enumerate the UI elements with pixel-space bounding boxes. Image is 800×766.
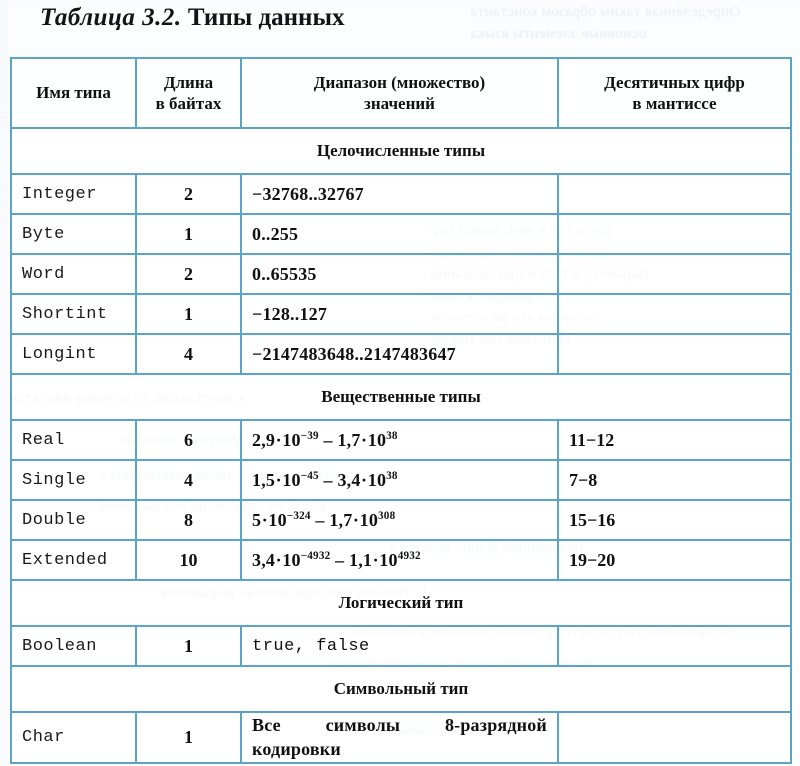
- cell-type-name: Shortint: [10, 293, 137, 335]
- cell-type-name: Byte: [10, 213, 137, 255]
- cell-type-name: Single: [10, 459, 137, 501]
- cell-digits: [557, 333, 792, 375]
- section-header-row-boolean: Логический тип: [10, 579, 792, 627]
- section-heading-integer: Целочисленные типы: [10, 127, 792, 175]
- cell-type-name: Char: [10, 711, 137, 764]
- cell-digits: [557, 625, 792, 667]
- table-row: Extended 10 3,4·10−4932 – 1,1·104932 19−…: [10, 539, 792, 581]
- cell-length: 1: [135, 293, 242, 335]
- cell-type-name: Longint: [10, 333, 137, 375]
- cell-digits: [557, 253, 792, 295]
- cell-length: 4: [135, 459, 242, 501]
- column-header-range: Диапазон (множество) значений: [240, 57, 559, 129]
- cell-range: −128..127: [240, 293, 559, 335]
- cell-digits: [557, 213, 792, 255]
- cell-type-name: Boolean: [10, 625, 137, 667]
- table-row: Boolean 1 true, false: [10, 625, 792, 667]
- table-body: Целочисленные типы Integer 2 −32768..327…: [10, 127, 792, 764]
- cell-range: −32768..32767: [240, 173, 559, 215]
- section-heading-real: Вещественные типы: [10, 373, 792, 421]
- table-header: Имя типа Длина в байтах Диапазон (множес…: [10, 57, 792, 129]
- cell-range: 0..65535: [240, 253, 559, 295]
- section-header-row-char: Символьный тип: [10, 665, 792, 713]
- table-row: Shortint 1 −128..127: [10, 293, 792, 335]
- cell-type-name: Integer: [10, 173, 137, 215]
- cell-length: 8: [135, 499, 242, 541]
- section-heading-boolean: Логический тип: [10, 579, 792, 627]
- cell-range: 1,5·10−45 – 3,4·1038: [240, 459, 559, 501]
- cell-length: 2: [135, 173, 242, 215]
- cell-digits: [557, 173, 792, 215]
- cell-range: −2147483648..2147483647: [240, 333, 559, 375]
- column-header-digits: Десятичных цифр в мантиссе: [557, 57, 792, 129]
- page-title: Таблица 3.2. Типы данных: [40, 4, 344, 32]
- cell-range: true, false: [240, 625, 559, 667]
- cell-length: 2: [135, 253, 242, 295]
- table-row: Real 6 2,9·10−39 – 1,7·1038 11−12: [10, 419, 792, 461]
- cell-length: 6: [135, 419, 242, 461]
- table-title-text: Типы данных: [187, 4, 345, 31]
- cell-digits: 19−20: [557, 539, 792, 581]
- table-row: Longint 4 −2147483648..2147483647: [10, 333, 792, 375]
- bleed-through-text: основные элементы языка: [470, 26, 647, 42]
- cell-type-name: Extended: [10, 539, 137, 581]
- cell-length: 10: [135, 539, 242, 581]
- cell-range: 0..255: [240, 213, 559, 255]
- section-header-row-integer: Целочисленные типы: [10, 127, 792, 175]
- table-header-row: Имя типа Длина в байтах Диапазон (множес…: [10, 57, 792, 129]
- cell-range: 3,4·10−4932 – 1,1·104932: [240, 539, 559, 581]
- cell-range: 5·10−324 – 1,7·10308: [240, 499, 559, 541]
- table-row: Char 1 Все символы 8-разрядной кодировки: [10, 711, 792, 764]
- table-row: Double 8 5·10−324 – 1,7·10308 15−16: [10, 499, 792, 541]
- column-header-length: Длина в байтах: [135, 57, 242, 129]
- cell-digits: 11−12: [557, 419, 792, 461]
- column-header-type-name: Имя типа: [10, 57, 137, 129]
- cell-digits: 15−16: [557, 499, 792, 541]
- cell-digits: [557, 711, 792, 764]
- bleed-through-text: Определённая таким образом константа: [470, 4, 741, 20]
- table-number-label: Таблица 3.2.: [40, 4, 182, 31]
- cell-range: 2,9·10−39 – 1,7·1038: [240, 419, 559, 461]
- section-heading-char: Символьный тип: [10, 665, 792, 713]
- table-row: Word 2 0..65535: [10, 253, 792, 295]
- cell-length: 1: [135, 711, 242, 764]
- table-row: Byte 1 0..255: [10, 213, 792, 255]
- cell-type-name: Real: [10, 419, 137, 461]
- cell-digits: [557, 293, 792, 335]
- cell-digits: 7−8: [557, 459, 792, 501]
- table-row: Integer 2 −32768..32767: [10, 173, 792, 215]
- cell-length: 4: [135, 333, 242, 375]
- cell-type-name: Word: [10, 253, 137, 295]
- data-types-table: Имя типа Длина в байтах Диапазон (множес…: [10, 57, 792, 764]
- table-row: Single 4 1,5·10−45 – 3,4·1038 7−8: [10, 459, 792, 501]
- cell-type-name: Double: [10, 499, 137, 541]
- cell-length: 1: [135, 625, 242, 667]
- cell-length: 1: [135, 213, 242, 255]
- section-header-row-real: Вещественные типы: [10, 373, 792, 421]
- cell-range: Все символы 8-разрядной кодировки: [240, 711, 559, 764]
